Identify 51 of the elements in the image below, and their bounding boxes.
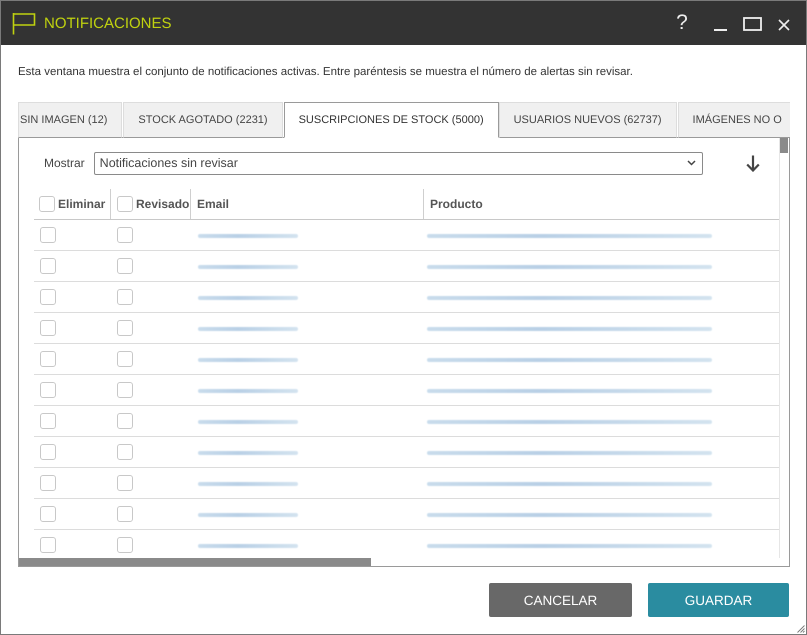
vertical-scrollbar-thumb[interactable] xyxy=(780,138,788,153)
tab[interactable]: USUARIOS NUEVOS (62737) xyxy=(498,102,677,138)
maximize-button[interactable] xyxy=(743,15,762,31)
checkbox[interactable] xyxy=(40,413,56,429)
checkbox[interactable] xyxy=(117,351,133,367)
checkbox[interactable] xyxy=(40,289,56,305)
flag-icon xyxy=(12,12,36,34)
column-header: Eliminar xyxy=(58,197,106,211)
checkbox[interactable] xyxy=(117,413,133,429)
tab[interactable]: SIN IMAGEN (12) xyxy=(18,102,122,138)
checkbox[interactable] xyxy=(117,475,133,491)
resize-grip-icon[interactable] xyxy=(797,625,805,633)
checkbox[interactable] xyxy=(39,196,55,212)
filter-label: Mostrar xyxy=(44,156,85,170)
checkbox[interactable] xyxy=(40,351,56,367)
horizontal-scrollbar-thumb[interactable] xyxy=(19,558,371,566)
checkbox[interactable] xyxy=(40,444,56,460)
checkbox[interactable] xyxy=(117,289,133,305)
column-header: Revisado xyxy=(136,197,190,211)
cancel-button[interactable]: CANCELAR xyxy=(489,583,632,617)
checkbox[interactable] xyxy=(40,475,56,491)
tab[interactable]: STOCK AGOTADO (2231) xyxy=(123,102,283,138)
window-title: NOTIFICACIONES xyxy=(44,14,173,32)
description-text: Esta ventana muestra el conjunto de notificaciones activas. Entre paréntesis se muestra el número de alertas sin revisar. xyxy=(18,64,634,80)
column-header: Producto xyxy=(430,197,483,211)
checkbox[interactable] xyxy=(117,227,133,243)
checkbox[interactable] xyxy=(40,320,56,336)
filter-select[interactable]: Notificaciones sin revisar xyxy=(94,152,703,174)
checkbox[interactable] xyxy=(40,227,56,243)
download-button[interactable] xyxy=(746,154,760,172)
help-button[interactable]: ? xyxy=(670,9,694,37)
chevron-down-icon xyxy=(686,160,696,166)
close-icon xyxy=(778,19,790,31)
checkbox[interactable] xyxy=(40,537,56,553)
checkbox[interactable] xyxy=(40,258,56,274)
checkbox[interactable] xyxy=(117,444,133,460)
checkbox[interactable] xyxy=(40,382,56,398)
checkbox[interactable] xyxy=(117,537,133,553)
maximize-icon xyxy=(743,17,762,31)
tab[interactable]: IMÁGENES NO O xyxy=(678,102,790,138)
checkbox[interactable] xyxy=(117,258,133,274)
checkbox[interactable] xyxy=(117,196,133,212)
checkbox[interactable] xyxy=(117,382,133,398)
minimize-icon xyxy=(714,29,727,31)
arrow-down-icon xyxy=(746,154,760,172)
column-header: Email xyxy=(197,197,230,211)
checkbox[interactable] xyxy=(117,506,133,522)
checkbox[interactable] xyxy=(117,320,133,336)
checkbox[interactable] xyxy=(40,506,56,522)
save-button[interactable]: GUARDAR xyxy=(648,583,789,617)
tab[interactable]: SUSCRIPCIONES DE STOCK (5000) xyxy=(284,102,499,138)
